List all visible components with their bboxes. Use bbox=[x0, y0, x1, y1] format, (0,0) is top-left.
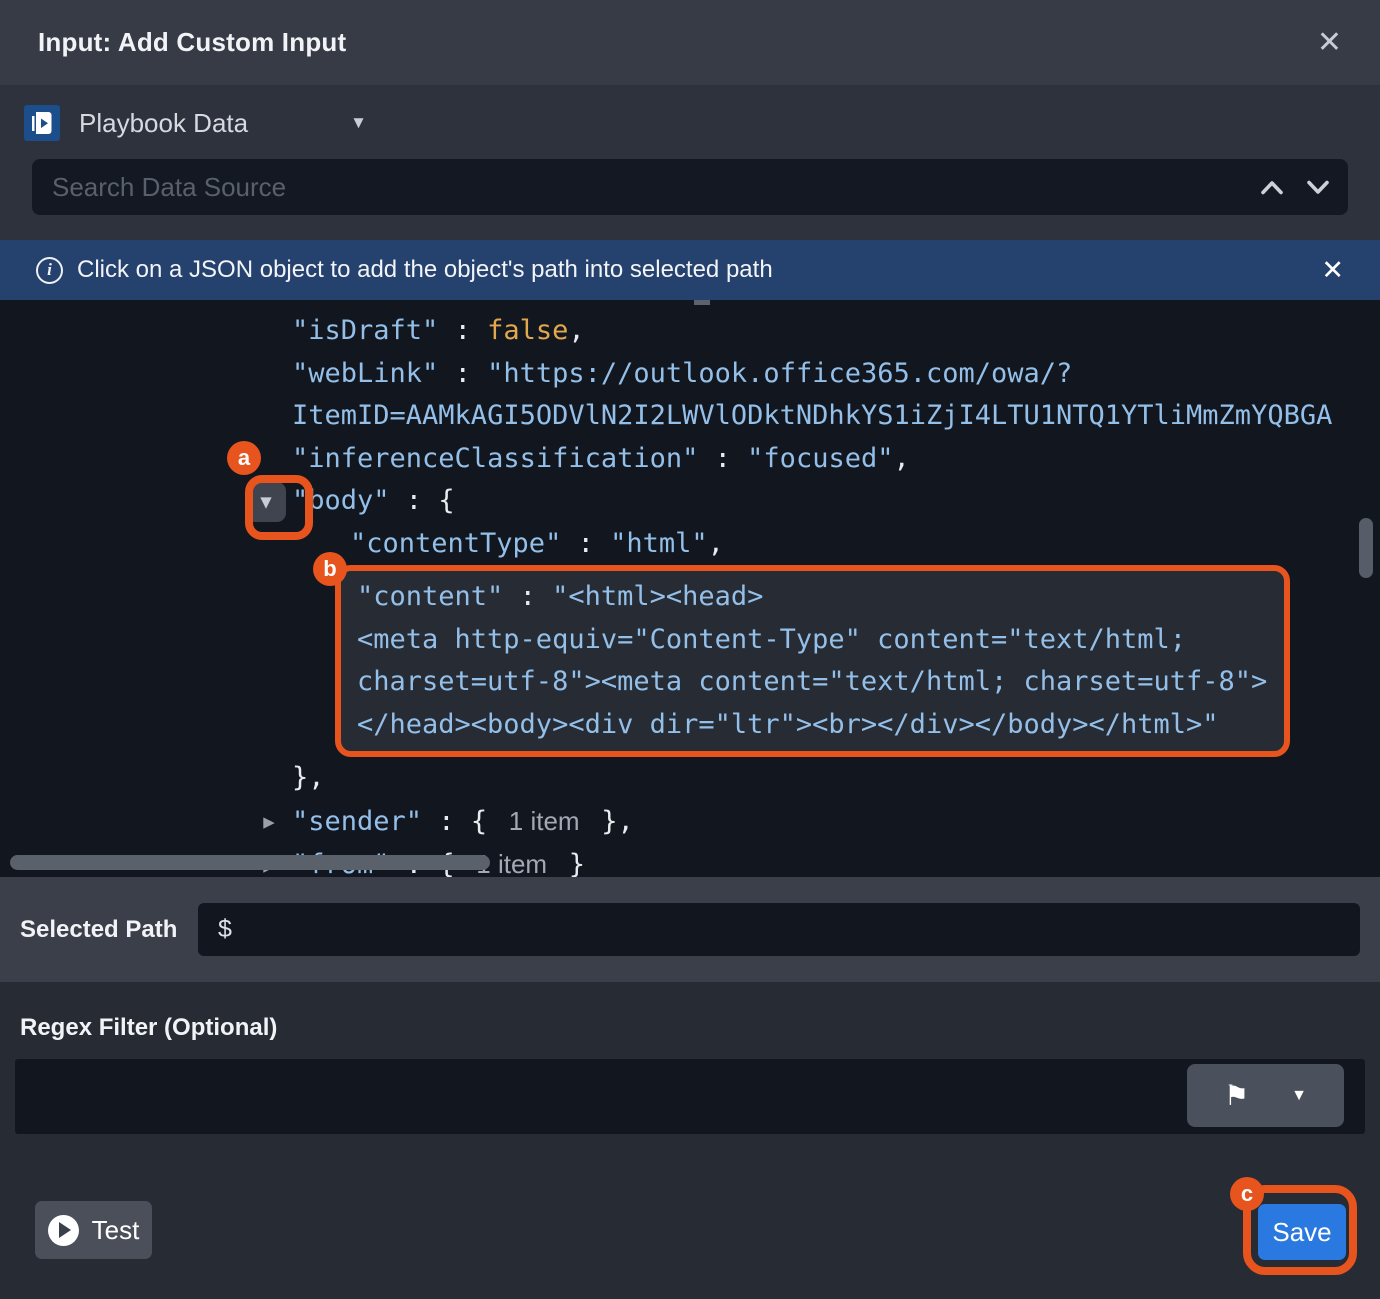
json-line[interactable]: </head><body><div dir="ltr"><br></div></… bbox=[349, 704, 1278, 747]
regex-wrapper: ⚑ ▼ bbox=[15, 1059, 1365, 1139]
json-token-punct: , bbox=[708, 528, 724, 559]
vertical-scrollbar-thumb[interactable] bbox=[1359, 518, 1373, 578]
json-token-str: "focused" bbox=[747, 443, 893, 474]
chevron-down-icon: ▼ bbox=[350, 113, 367, 133]
regex-filter-label: Regex Filter (Optional) bbox=[0, 982, 1380, 1042]
json-line[interactable]: ▶"sender" : { 1 item }, bbox=[0, 800, 1380, 844]
search-wrapper bbox=[32, 159, 1348, 215]
json-token-punct: : bbox=[422, 806, 471, 837]
json-token-key: "webLink" bbox=[292, 358, 438, 389]
search-input[interactable] bbox=[32, 159, 1348, 215]
expand-triangle-icon[interactable]: ▶ bbox=[252, 801, 286, 844]
json-lines-content: "content" : "<html><head> <meta http-equi… bbox=[349, 576, 1278, 746]
json-line[interactable]: charset=utf-8"><meta content="text/html;… bbox=[349, 661, 1278, 704]
annotation-b-badge: b bbox=[313, 552, 347, 586]
horizontal-scrollbar-thumb[interactable] bbox=[10, 855, 490, 870]
annotation-a-badge: a bbox=[227, 441, 261, 475]
json-line[interactable]: "isDraft" : false, bbox=[0, 310, 1380, 353]
json-token-punct: }, bbox=[292, 762, 325, 793]
json-token-key: "sender" bbox=[292, 806, 422, 837]
annotation-b-highlight-box: "content" : "<html><head> <meta http-equi… bbox=[335, 565, 1290, 757]
json-token-punct: : bbox=[503, 581, 552, 612]
chevron-down-icon: ▼ bbox=[1291, 1088, 1307, 1104]
json-token-key: "inferenceClassification" bbox=[292, 443, 698, 474]
regex-flags-dropdown[interactable]: ⚑ ▼ bbox=[1187, 1064, 1344, 1127]
json-token-punct: : bbox=[698, 443, 747, 474]
json-line[interactable]: <meta http-equiv="Content-Type" content=… bbox=[349, 619, 1278, 662]
selected-path-input[interactable] bbox=[198, 903, 1360, 956]
json-token-str: "https://outlook.office365.com/owa/? bbox=[487, 358, 1072, 389]
json-token-punct: }, bbox=[601, 806, 634, 837]
info-banner-text: Click on a JSON object to add the object… bbox=[77, 256, 773, 284]
close-icon[interactable]: ✕ bbox=[1317, 28, 1342, 58]
json-token-str: ItemID=AAMkAGI5ODVlN2I2LWVlODktNDhkYS1iZ… bbox=[292, 400, 1332, 431]
json-line[interactable]: }, bbox=[0, 757, 1380, 800]
json-token-bool: false bbox=[487, 315, 568, 346]
json-token-punct: , bbox=[893, 443, 909, 474]
selected-path-row: Selected Path bbox=[0, 877, 1380, 982]
json-token-key: "isDraft" bbox=[292, 315, 438, 346]
json-token-str: </head><body><div dir="ltr"><br></div></… bbox=[357, 709, 1219, 740]
json-token-punct: , bbox=[568, 315, 584, 346]
json-lines-top: "isDraft" : false,"webLink" : "https://o… bbox=[0, 310, 1380, 565]
json-token-punct: : bbox=[390, 485, 439, 516]
data-source-section: Playbook Data ▼ bbox=[0, 85, 1380, 240]
modal-titlebar: Input: Add Custom Input ✕ bbox=[0, 0, 1380, 85]
json-token-str: "html" bbox=[610, 528, 708, 559]
info-banner: i Click on a JSON object to add the obje… bbox=[0, 240, 1380, 300]
info-icon: i bbox=[36, 257, 63, 284]
chevron-up-icon[interactable] bbox=[1260, 180, 1284, 195]
regex-filter-input[interactable] bbox=[15, 1059, 1365, 1134]
annotation-c-badge: c bbox=[1230, 1177, 1264, 1211]
json-token-str: "<html><head> bbox=[552, 581, 763, 612]
search-nav-buttons bbox=[1260, 159, 1330, 215]
json-token-punct: : bbox=[438, 315, 487, 346]
data-source-dropdown[interactable]: Playbook Data ▼ bbox=[0, 97, 1380, 149]
json-token-key: "contentType" bbox=[350, 528, 561, 559]
json-token-key: "content" bbox=[357, 581, 503, 612]
json-token-punct: : bbox=[438, 358, 487, 389]
json-line[interactable]: "contentType" : "html", bbox=[0, 523, 1380, 566]
json-line[interactable]: "content" : "<html><head> bbox=[349, 576, 1278, 619]
chevron-down-icon[interactable] bbox=[1306, 180, 1330, 195]
json-token-punct: } bbox=[569, 849, 585, 877]
json-line[interactable]: ▼"body" : { bbox=[0, 480, 1380, 523]
modal-title: Input: Add Custom Input bbox=[38, 27, 346, 58]
json-line[interactable]: "webLink" : "https://outlook.office365.c… bbox=[0, 353, 1380, 396]
close-icon[interactable]: ✕ bbox=[1321, 257, 1344, 284]
data-source-selected-label: Playbook Data bbox=[79, 108, 248, 139]
selected-path-label: Selected Path bbox=[20, 916, 198, 944]
clipped-text-artifact bbox=[694, 300, 710, 305]
json-line[interactable]: "inferenceClassification" : "focused", bbox=[0, 438, 1380, 481]
playbook-icon bbox=[24, 105, 60, 141]
json-token-punct: : bbox=[561, 528, 610, 559]
flag-icon: ⚑ bbox=[1224, 1082, 1249, 1110]
json-token-punct: { bbox=[438, 485, 454, 516]
play-icon bbox=[48, 1215, 79, 1246]
annotation-a-ring bbox=[245, 475, 313, 540]
json-token-punct: { bbox=[471, 806, 487, 837]
json-token-str: charset=utf-8"><meta content="text/html;… bbox=[357, 666, 1267, 697]
json-line[interactable]: ItemID=AAMkAGI5ODVlN2I2LWVlODktNDhkYS1iZ… bbox=[0, 395, 1380, 438]
json-token-str: <meta http-equiv="Content-Type" content=… bbox=[357, 624, 1186, 655]
test-button[interactable]: Test bbox=[35, 1201, 152, 1259]
json-viewer[interactable]: "isDraft" : false,"webLink" : "https://o… bbox=[0, 300, 1380, 877]
add-custom-input-modal: Input: Add Custom Input ✕ Playbook Data … bbox=[0, 0, 1380, 1299]
modal-footer: Regex Filter (Optional) ⚑ ▼ Test Save bbox=[0, 982, 1380, 1299]
json-token-meta: 1 item bbox=[487, 806, 601, 836]
